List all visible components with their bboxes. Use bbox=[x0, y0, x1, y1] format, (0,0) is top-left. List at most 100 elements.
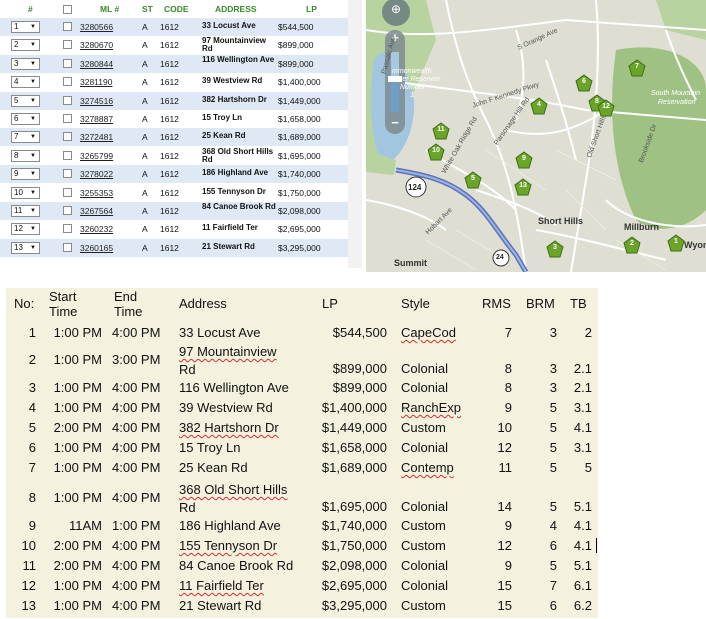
status-cell: A bbox=[142, 169, 148, 180]
ml-number-link[interactable]: 3280844 bbox=[80, 59, 113, 69]
sched-bedrooms: 6 bbox=[549, 598, 557, 613]
ml-number-link[interactable]: 3260165 bbox=[80, 243, 113, 253]
row-order-select[interactable]: 8 ▼ bbox=[11, 149, 40, 162]
ml-number-link[interactable]: 3278887 bbox=[80, 114, 113, 124]
listing-row[interactable]: 7 ▼ 3272481 A 1612 25 Kean Rd $1,689,000 bbox=[0, 128, 348, 147]
sched-no: 6 bbox=[28, 440, 36, 455]
listing-row[interactable]: 9 ▼ 3278022 A 1612 186 Highland Ave $1,740,000 bbox=[0, 165, 348, 184]
row-checkbox[interactable] bbox=[63, 187, 72, 197]
map-marker[interactable]: 10 bbox=[427, 143, 445, 161]
map-marker[interactable]: 1 bbox=[667, 234, 685, 252]
listing-row[interactable]: 2 ▼ 3280670 A 1612 97 Mountainview Rd $899,000 bbox=[0, 36, 348, 54]
address-cell: 15 Troy Ln bbox=[202, 113, 243, 122]
row-order-value: 7 bbox=[14, 132, 19, 142]
col-header-st[interactable]: ST bbox=[142, 4, 153, 14]
row-checkbox[interactable] bbox=[63, 224, 72, 234]
row-checkbox[interactable] bbox=[63, 40, 72, 50]
chevron-down-icon: ▼ bbox=[30, 152, 36, 159]
sched-style: Colonial bbox=[401, 499, 448, 514]
listing-row[interactable]: 5 ▼ 3274516 A 1612 382 Hartshorn Dr $1,449,000 bbox=[0, 91, 348, 110]
map-marker[interactable]: 2 bbox=[623, 236, 641, 254]
map-label-reservoir: mmonwealth bbox=[392, 68, 432, 75]
ml-number-link[interactable]: 3260232 bbox=[80, 224, 113, 234]
map-marker[interactable]: 4 bbox=[530, 97, 548, 115]
map-marker[interactable]: 13 bbox=[514, 178, 532, 196]
sched-rooms: 15 bbox=[497, 578, 512, 593]
listing-row[interactable]: 13 ▼ 3260165 A 1612 21 Stewart Rd $3,295,000 bbox=[0, 238, 348, 257]
row-order-select[interactable]: 3 ▼ bbox=[11, 57, 40, 70]
sched-baths: 6.1 bbox=[573, 578, 592, 593]
listing-row[interactable]: 8 ▼ 3265799 A 1612 368 Old Short Hills Rd $1,6… bbox=[0, 147, 348, 165]
code-cell: 1612 bbox=[160, 150, 179, 161]
col-header-address[interactable]: ADDRESS bbox=[215, 4, 257, 14]
row-order-select[interactable]: 6 ▼ bbox=[11, 113, 40, 125]
listing-row[interactable]: 12 ▼ 3260232 A 1612 11 Fairfield Ter $2,695,00… bbox=[0, 220, 348, 238]
row-order-select[interactable]: 13 ▼ bbox=[11, 241, 40, 254]
map-marker-label: 1 bbox=[674, 238, 678, 245]
map-view[interactable]: ⊕ + − mmonwealth Water Reservoir Number … bbox=[366, 0, 706, 272]
sched-price: $899,000 bbox=[332, 380, 387, 395]
map-marker[interactable]: 6 bbox=[575, 74, 593, 92]
listing-row[interactable]: 6 ▼ 3278887 A 1612 15 Troy Ln $1,658,000 bbox=[0, 110, 348, 128]
listing-row[interactable]: 3 ▼ 3280844 A 1612 116 Wellington Ave $899,000 bbox=[0, 54, 348, 73]
map-marker[interactable]: 5 bbox=[464, 171, 482, 189]
row-order-select[interactable]: 4 ▼ bbox=[11, 76, 40, 89]
sched-style: Colonial bbox=[401, 440, 448, 455]
schedule-row: 6 1:00 PM 4:00 PM 15 Troy Ln $1,658,000 Colon… bbox=[6, 440, 598, 458]
row-checkbox[interactable] bbox=[63, 150, 72, 160]
code-cell: 1612 bbox=[160, 40, 179, 51]
listing-row[interactable]: 4 ▼ 3281190 A 1612 39 Westview Rd $1,400,000 bbox=[0, 73, 348, 91]
row-order-select[interactable]: 7 ▼ bbox=[11, 131, 40, 144]
zoom-out-button[interactable]: − bbox=[388, 115, 402, 130]
status-cell: A bbox=[142, 22, 148, 32]
col-header-lp[interactable]: LP bbox=[306, 4, 317, 14]
row-checkbox[interactable] bbox=[63, 242, 72, 252]
row-order-select[interactable]: 5 ▼ bbox=[11, 94, 40, 107]
sched-rooms: 9 bbox=[504, 518, 512, 533]
listing-row[interactable]: 11 ▼ 3267564 A 1612 84 Canoe Brook Rd $2,098,0… bbox=[0, 202, 348, 220]
sched-rooms: 14 bbox=[497, 499, 512, 514]
row-order-select[interactable]: 10 ▼ bbox=[11, 186, 40, 199]
row-checkbox[interactable] bbox=[63, 77, 72, 87]
row-order-select[interactable]: 11 ▼ bbox=[11, 205, 40, 217]
ml-number-link[interactable]: 3278022 bbox=[80, 169, 113, 179]
row-checkbox[interactable] bbox=[63, 132, 72, 142]
ml-number-link[interactable]: 3274516 bbox=[80, 96, 113, 106]
map-marker[interactable]: 7 bbox=[628, 59, 646, 77]
map-marker[interactable]: 11 bbox=[432, 122, 450, 140]
row-checkbox[interactable] bbox=[63, 206, 72, 215]
col-header-code[interactable]: CODE bbox=[164, 4, 189, 14]
price-cell: $1,400,000 bbox=[278, 77, 321, 88]
row-checkbox[interactable] bbox=[63, 169, 72, 179]
map-marker[interactable]: 9 bbox=[515, 151, 533, 169]
row-order-select[interactable]: 12 ▼ bbox=[11, 223, 40, 236]
code-cell: 1612 bbox=[160, 95, 179, 106]
row-order-select[interactable]: 1 ▼ bbox=[11, 21, 40, 33]
ml-number-link[interactable]: 3272481 bbox=[80, 132, 113, 142]
row-order-select[interactable]: 9 ▼ bbox=[11, 168, 40, 181]
map-highway-shield-2: 24 bbox=[496, 254, 504, 261]
map-marker-label: 5 bbox=[471, 175, 475, 182]
row-order-select[interactable]: 2 ▼ bbox=[11, 39, 40, 52]
ml-number-link[interactable]: 3267564 bbox=[80, 206, 113, 216]
map-compass-button[interactable]: ⊕ bbox=[391, 2, 401, 16]
listing-row[interactable]: 10 ▼ 3255353 A 1612 155 Tennyson Dr $1,750,000 bbox=[0, 184, 348, 202]
address-cell: 84 Canoe Brook Rd bbox=[202, 202, 276, 211]
sched-address: 15 Troy Ln bbox=[179, 440, 241, 455]
ml-number-link[interactable]: 3255353 bbox=[80, 188, 113, 198]
status-cell: A bbox=[142, 58, 148, 69]
row-checkbox[interactable] bbox=[63, 58, 72, 68]
ml-number-link[interactable]: 3281190 bbox=[80, 77, 112, 87]
ml-number-link[interactable]: 3280566 bbox=[80, 22, 113, 32]
sched-end: 4:00 PM bbox=[112, 558, 161, 573]
select-all-checkbox[interactable] bbox=[63, 5, 72, 14]
ml-number-link[interactable]: 3280670 bbox=[80, 40, 113, 50]
row-checkbox[interactable] bbox=[63, 22, 72, 31]
map-marker[interactable]: 12 bbox=[597, 99, 615, 117]
row-checkbox[interactable] bbox=[63, 114, 72, 123]
map-marker[interactable]: 3 bbox=[546, 240, 564, 258]
col-header-ml[interactable]: ML # bbox=[100, 4, 119, 14]
ml-number-link[interactable]: 3265799 bbox=[80, 151, 113, 161]
row-checkbox[interactable] bbox=[63, 95, 72, 105]
listing-row[interactable]: 1 ▼ 3280566 A 1612 33 Locust Ave $544,500 bbox=[0, 18, 348, 36]
